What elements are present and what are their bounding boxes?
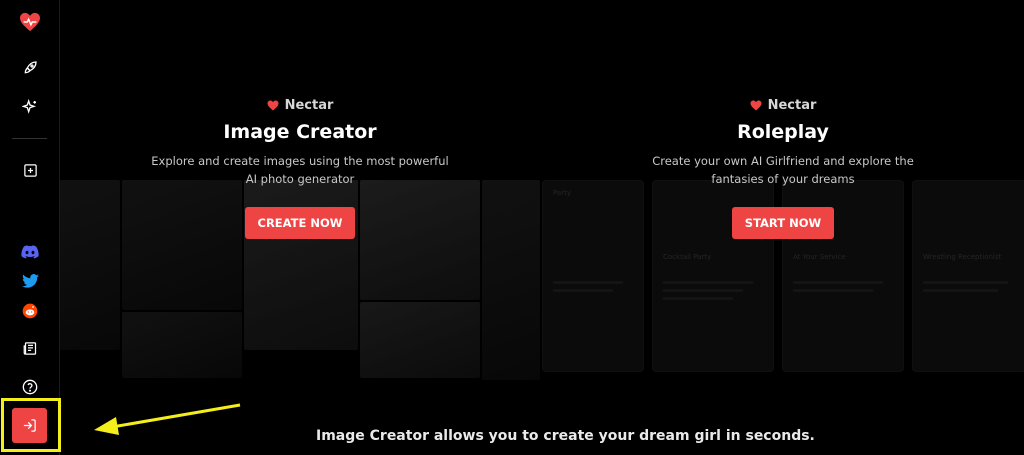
- image-creator-section: Nectar Image Creator Explore and create …: [120, 98, 480, 239]
- section-description: Create your own AI Girlfriend and explor…: [603, 152, 963, 188]
- sparkles-icon[interactable]: [14, 93, 46, 121]
- roleplay-section: Nectar Roleplay Create your own AI Girlf…: [603, 98, 963, 239]
- highlight-box: [1, 398, 61, 452]
- description-line: Create your own AI Girlfriend and explor…: [652, 154, 914, 168]
- main-content: Party Cocktail Party At Your Service Wre…: [60, 0, 1024, 455]
- newspaper-icon[interactable]: [14, 334, 46, 362]
- sidebar: [0, 0, 60, 455]
- help-circle-icon[interactable]: [14, 373, 46, 401]
- heart-icon: [750, 100, 762, 111]
- description-line: Explore and create images using the most…: [151, 154, 449, 168]
- start-now-button[interactable]: START NOW: [731, 207, 835, 239]
- description-line: AI photo generator: [245, 172, 355, 186]
- brand: Nectar: [120, 98, 480, 113]
- heart-icon: [267, 100, 279, 111]
- add-box-icon[interactable]: [14, 156, 46, 184]
- logo-heart-icon[interactable]: [14, 8, 46, 36]
- discord-icon[interactable]: [14, 238, 46, 266]
- brand: Nectar: [603, 98, 963, 113]
- arrow-icon: [94, 403, 241, 435]
- brand-name: Nectar: [284, 98, 334, 113]
- footer-tagline: Image Creator allows you to create your …: [316, 428, 815, 444]
- rocket-icon[interactable]: [14, 54, 46, 82]
- create-now-button[interactable]: CREATE NOW: [244, 207, 356, 239]
- reddit-icon[interactable]: [14, 297, 46, 325]
- brand-name: Nectar: [767, 98, 817, 113]
- section-title: Roleplay: [737, 121, 829, 143]
- description-line: fantasies of your dreams: [711, 172, 855, 186]
- section-title: Image Creator: [223, 121, 377, 143]
- section-description: Explore and create images using the most…: [120, 152, 480, 188]
- sidebar-divider: [12, 138, 47, 139]
- twitter-icon[interactable]: [14, 267, 46, 295]
